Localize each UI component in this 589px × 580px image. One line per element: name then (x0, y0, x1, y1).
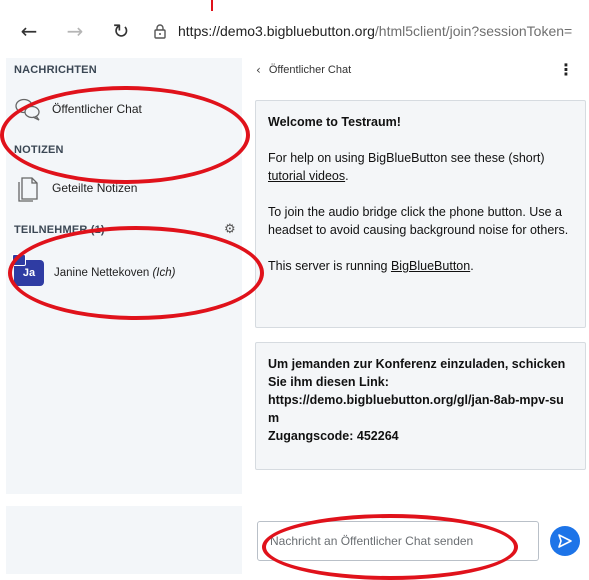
annotation-ellipse-participant (8, 226, 264, 320)
access-code: Zugangscode: 452264 (268, 429, 399, 443)
gear-icon[interactable]: ⚙ (224, 222, 236, 237)
server-text: This server is running BigBlueButton. (268, 259, 474, 273)
messages-section-title: NACHRICHTEN (14, 64, 97, 76)
annotation-ellipse-input (262, 514, 518, 580)
invite-link[interactable]: https://demo.bigbluebutton.org/gl/jan-8a… (268, 391, 573, 427)
welcome-message: Welcome to Testraum! For help on using B… (255, 100, 586, 328)
invite-text: Um jemanden zur Konferenz einzuladen, sc… (268, 357, 566, 389)
bigbluebutton-link[interactable]: BigBlueButton (391, 259, 470, 273)
chat-title[interactable]: Öffentlicher Chat (269, 64, 351, 76)
tutorial-videos-link[interactable]: tutorial videos (268, 169, 345, 183)
annotation-mark (211, 0, 213, 11)
forward-arrow-icon[interactable]: → (64, 19, 86, 43)
chat-header: ‹ Öffentlicher Chat ⋮ (256, 60, 584, 80)
more-options-icon[interactable]: ⋮ (558, 60, 574, 79)
address-bar[interactable]: https://demo3.bigbluebutton.org/html5cli… (144, 14, 589, 48)
annotation-ellipse-chat (0, 86, 250, 184)
back-arrow-icon[interactable]: ← (18, 19, 40, 43)
send-button[interactable] (550, 526, 580, 556)
url-text: https://demo3.bigbluebutton.org/html5cli… (178, 23, 573, 39)
send-icon (558, 534, 572, 548)
welcome-line: Welcome to Testraum! (268, 115, 401, 129)
help-text: For help on using BigBlueButton see thes… (268, 151, 545, 183)
audio-text: To join the audio bridge click the phone… (268, 205, 569, 237)
notes-document-icon (18, 177, 38, 202)
invite-message: Um jemanden zur Konferenz einzuladen, sc… (255, 342, 586, 470)
reload-icon[interactable]: ↻ (110, 19, 132, 43)
sidebar-footer (6, 506, 242, 574)
lock-icon (154, 24, 166, 39)
chevron-left-icon[interactable]: ‹ (256, 63, 261, 77)
browser-toolbar: ← → ↻ https://demo3.bigbluebutton.org/ht… (0, 0, 589, 58)
